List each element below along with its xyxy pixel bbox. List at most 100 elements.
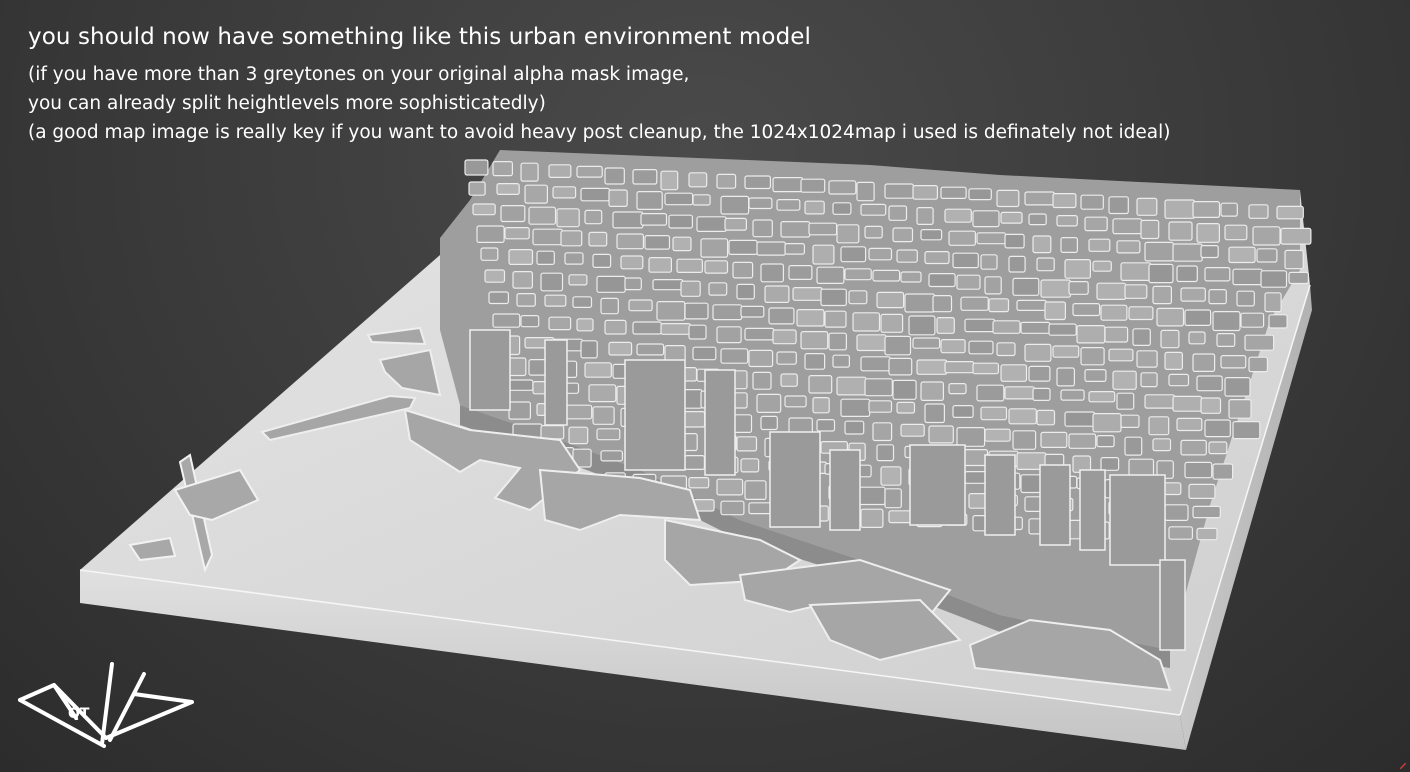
building-roof	[688, 324, 707, 340]
building-roof	[1088, 391, 1116, 403]
building-roof	[728, 239, 758, 255]
building-roof	[548, 164, 572, 179]
building-roof	[584, 362, 612, 378]
building-roof	[592, 253, 612, 268]
building-roof	[1200, 245, 1219, 259]
building-roof	[1164, 504, 1189, 521]
building-roof	[1152, 285, 1172, 305]
tower-slab	[1039, 464, 1071, 546]
building-roof	[1040, 279, 1072, 298]
logo-text: QT	[68, 706, 90, 722]
building-roof	[912, 337, 941, 349]
building-roof	[888, 205, 908, 221]
building-roof	[1188, 331, 1206, 345]
building-roof	[612, 211, 644, 229]
building-roof	[1256, 248, 1278, 263]
building-roof	[772, 329, 797, 345]
building-roof	[1036, 409, 1056, 426]
building-roof	[712, 304, 743, 321]
building-roof	[968, 188, 992, 201]
building-roof	[632, 321, 662, 335]
building-roof	[608, 341, 633, 356]
building-roof	[1140, 372, 1158, 388]
building-roof	[844, 268, 872, 281]
building-roof	[568, 426, 589, 445]
building-roof	[1100, 304, 1128, 321]
building-roof	[1052, 193, 1077, 209]
building-roof	[716, 326, 742, 344]
building-roof	[980, 406, 1008, 421]
building-roof	[804, 353, 826, 370]
building-roof	[808, 222, 838, 236]
building-roof	[1124, 436, 1143, 456]
viewport-render[interactable]: you should now have something like this …	[0, 0, 1410, 772]
building-roof	[592, 406, 615, 425]
building-roof	[1164, 199, 1196, 219]
building-roof	[1064, 411, 1096, 427]
tower-slab	[544, 339, 568, 426]
building-roof	[604, 319, 627, 335]
building-roof	[948, 383, 967, 395]
building-roof	[912, 185, 938, 200]
caption-line-3: (a good map image is really key if you w…	[28, 122, 1171, 143]
building-roof	[692, 194, 711, 206]
building-roof	[1260, 270, 1288, 288]
building-roof	[896, 249, 918, 263]
building-roof	[1200, 397, 1222, 414]
building-roof	[1184, 309, 1212, 326]
building-roof	[1112, 218, 1143, 235]
building-roof	[504, 227, 530, 240]
building-roof	[844, 420, 865, 435]
building-roof	[956, 427, 986, 447]
building-roof	[508, 249, 534, 266]
caption-line-2: you can already split heightlevels more …	[28, 93, 546, 114]
building-roof	[516, 293, 536, 307]
building-roof	[896, 401, 916, 414]
building-roof	[632, 169, 658, 185]
building-roof	[604, 167, 625, 185]
building-roof	[540, 272, 564, 292]
building-roof	[1008, 255, 1026, 273]
building-roof	[1092, 260, 1112, 272]
building-roof	[964, 318, 996, 333]
building-roof	[892, 227, 914, 243]
building-roof	[864, 225, 883, 239]
building-roof	[784, 243, 805, 255]
building-roof	[744, 175, 771, 190]
building-roof	[1076, 325, 1106, 344]
building-roof	[520, 162, 539, 182]
building-roof	[1136, 350, 1158, 368]
building-roof	[980, 254, 998, 270]
building-roof	[1120, 262, 1152, 281]
building-roof	[840, 398, 871, 418]
building-roof	[820, 288, 847, 307]
building-roof	[872, 422, 893, 442]
building-roof	[744, 480, 767, 500]
building-roof	[500, 205, 526, 223]
building-roof	[596, 428, 621, 441]
building-roof	[1268, 314, 1288, 329]
building-roof	[928, 273, 956, 288]
building-roof	[1212, 463, 1234, 480]
building-roof	[484, 269, 506, 283]
building-roof	[760, 415, 778, 431]
building-roof	[1080, 347, 1105, 366]
building-roof	[1240, 312, 1265, 328]
building-roof	[936, 317, 955, 334]
building-roof	[684, 302, 709, 320]
building-roof	[496, 183, 520, 196]
building-roof	[468, 181, 486, 196]
building-roof	[1148, 416, 1170, 436]
building-roof	[720, 348, 749, 364]
building-roof	[652, 279, 684, 291]
building-roof	[868, 400, 893, 413]
building-roof	[1224, 224, 1248, 241]
building-roof	[1136, 197, 1158, 216]
building-roof	[1204, 267, 1231, 282]
building-roof	[1196, 223, 1220, 243]
building-roof	[800, 331, 829, 350]
building-roof	[736, 436, 758, 452]
building-roof	[884, 335, 912, 356]
building-roof	[1168, 526, 1193, 540]
building-roof	[1152, 438, 1172, 452]
